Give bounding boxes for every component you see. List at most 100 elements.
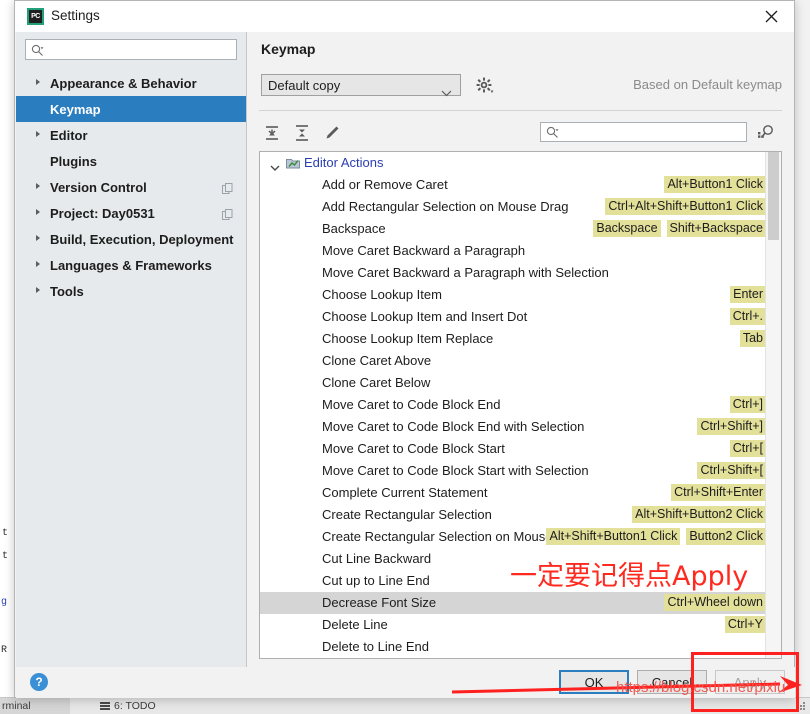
shortcut-badge: Ctrl+Y (724, 616, 766, 633)
shortcut-badge: Shift+Backspace (666, 220, 766, 237)
tree-action-row[interactable]: Backspace Backspace Shift+Backspace (260, 218, 768, 240)
tree-action-row[interactable]: Add or Remove Caret Alt+Button1 Click (260, 174, 768, 196)
keymap-actions-tree[interactable]: Editor Actions Add or Remove Caret Alt+But… (259, 151, 782, 659)
chevron-right-icon[interactable] (36, 209, 40, 215)
tree-action-row[interactable]: Add Rectangular Selection on Mouse Drag C… (260, 196, 768, 218)
todo-list-icon (100, 702, 110, 710)
chevron-right-icon[interactable] (36, 287, 40, 293)
tree-action-row[interactable]: Decrease Font Size Ctrl+Wheel down (260, 592, 768, 614)
dialog-footer: ? OK Cancel Apply (16, 667, 795, 698)
tree-action-row[interactable]: Delete Line Ctrl+Y (260, 614, 768, 636)
sidebar-item-tools[interactable]: Tools (16, 278, 246, 304)
keymap-filter-input[interactable] (540, 122, 747, 142)
pencil-edit-icon[interactable] (321, 122, 343, 144)
shortcut-badge: Ctrl+] (729, 396, 766, 413)
tree-action-label: Add or Remove Caret (322, 177, 448, 192)
tree-action-row[interactable]: Choose Lookup Item Replace Tab (260, 328, 768, 350)
shortcut-badge: Ctrl+Shift+] (697, 418, 766, 435)
sidebar-search-field[interactable] (48, 42, 232, 58)
tree-action-row[interactable]: Delete to Line End (260, 636, 768, 658)
tree-action-row[interactable]: Choose Lookup Item and Insert Dot Ctrl+. (260, 306, 768, 328)
keymap-select[interactable]: Default copy (261, 74, 461, 97)
copy-settings-icon[interactable] (222, 181, 233, 194)
tree-action-row[interactable]: Move Caret Backward a Paragraph with Sel… (260, 262, 768, 284)
tree-action-row[interactable]: Move Caret to Code Block End with Select… (260, 416, 768, 438)
tree-scroll-thumb[interactable] (768, 152, 779, 240)
tree-action-row[interactable]: Create Rectangular Selection Alt+Shift+Bu… (260, 504, 768, 526)
tree-group-label: Editor Actions (304, 155, 384, 170)
sidebar-item-plugins[interactable]: Plugins (16, 148, 246, 174)
tree-action-label: Clone Caret Below (322, 375, 431, 390)
shortcut-badge: Ctrl+[ (729, 440, 766, 457)
dialog-title-bar: PC Settings (15, 1, 794, 32)
help-icon[interactable]: ? (30, 673, 48, 691)
tree-action-row[interactable]: Clone Caret Above (260, 350, 768, 372)
chevron-right-icon[interactable] (36, 183, 40, 189)
ok-button[interactable]: OK (559, 670, 629, 694)
tree-action-row[interactable]: Move Caret to Code Block Start Ctrl+[ (260, 438, 768, 460)
chevron-right-icon[interactable] (36, 131, 40, 137)
sidebar-item-editor[interactable]: Editor (16, 122, 246, 148)
sidebar-search-input[interactable] (25, 39, 237, 60)
cancel-button[interactable]: Cancel (637, 670, 707, 694)
tree-action-label: Move Caret Backward a Paragraph (322, 243, 526, 258)
collapse-all-icon[interactable] (291, 122, 313, 144)
search-icon (546, 126, 559, 144)
gear-icon[interactable] (475, 76, 495, 96)
chevron-right-icon[interactable] (36, 235, 40, 241)
chevron-right-icon[interactable] (36, 261, 40, 267)
shortcut-list: Ctrl+Shift+] (697, 418, 766, 435)
shortcut-list: Alt+Shift+Button2 Click (632, 506, 766, 523)
sidebar-item-version-control[interactable]: Version Control (16, 174, 246, 200)
sidebar-item-label: Appearance & Behavior (50, 75, 197, 91)
tree-action-row[interactable]: Create Rectangular Selection on Mouse Dr… (260, 526, 768, 548)
shortcut-list: Ctrl+Alt+Shift+Button1 Click (605, 198, 766, 215)
editor-actions-folder-icon (286, 157, 300, 169)
keymap-tree-viewport: Editor Actions Add or Remove Caret Alt+But… (260, 152, 768, 658)
section-divider (259, 110, 782, 111)
shortcut-list: Ctrl+[ (729, 440, 766, 457)
sidebar-item-build-execution-deployment[interactable]: Build, Execution, Deployment (16, 226, 246, 252)
shortcut-list: Ctrl+Shift+[ (697, 462, 766, 479)
tree-action-row[interactable]: Cut Line Backward (260, 548, 768, 570)
keymap-filter-field[interactable] (563, 124, 742, 140)
tree-action-row[interactable]: Complete Current Statement Ctrl+Shift+Ent… (260, 482, 768, 504)
keymap-pane: Keymap Default copy Based on Default key… (247, 32, 794, 667)
tree-vertical-scrollbar[interactable] (765, 152, 781, 658)
tree-action-row[interactable]: Move Caret Backward a Paragraph (260, 240, 768, 262)
sidebar-item-label: Tools (50, 283, 84, 299)
shortcut-list: Ctrl+] (729, 396, 766, 413)
apply-button[interactable]: Apply (715, 670, 785, 694)
shortcut-list: Ctrl+Y (724, 616, 766, 633)
tree-action-label: Add Rectangular Selection on Mouse Drag (322, 199, 569, 214)
close-icon[interactable] (749, 1, 794, 32)
sidebar-item-label: Version Control (50, 179, 147, 195)
sidebar-item-label: Keymap (50, 101, 101, 117)
tree-action-label: Choose Lookup Item and Insert Dot (322, 309, 528, 324)
chevron-right-icon[interactable] (36, 79, 40, 85)
sidebar-item-languages-frameworks[interactable]: Languages & Frameworks (16, 252, 246, 278)
tree-action-label: Decrease Font Size (322, 595, 437, 610)
tree-action-row[interactable]: Cut up to Line End (260, 570, 768, 592)
keyboard-search-icon[interactable] (757, 123, 777, 141)
keymap-toolbar (247, 120, 794, 146)
search-icon (31, 44, 44, 62)
tree-action-row[interactable]: Choose Lookup Item Enter (260, 284, 768, 306)
sidebar-item-project-day0531[interactable]: Project: Day0531 (16, 200, 246, 226)
tree-action-row[interactable]: Move Caret to Code Block End Ctrl+] (260, 394, 768, 416)
tree-action-label: Create Rectangular Selection on Mouse Dr… (322, 529, 585, 544)
tree-action-row[interactable]: Clone Caret Below (260, 372, 768, 394)
tree-group-row[interactable]: Editor Actions (260, 152, 768, 174)
tree-action-label: Move Caret to Code Block Start with Sele… (322, 463, 589, 478)
shortcut-badge: Alt+Button1 Click (664, 176, 766, 193)
shortcut-badge: Backspace (593, 220, 661, 237)
keymap-select-value: Default copy (268, 78, 341, 93)
tree-action-label: Complete Current Statement (322, 485, 488, 500)
sidebar-item-keymap[interactable]: Keymap (16, 96, 246, 122)
sidebar-item-appearance-behavior[interactable]: Appearance & Behavior (16, 70, 246, 96)
expand-all-icon[interactable] (261, 122, 283, 144)
shortcut-list: Ctrl+Wheel down (664, 594, 766, 611)
status-bar-resize-grip[interactable] (797, 702, 806, 711)
tree-action-row[interactable]: Move Caret to Code Block Start with Sele… (260, 460, 768, 482)
copy-settings-icon[interactable] (222, 207, 233, 220)
